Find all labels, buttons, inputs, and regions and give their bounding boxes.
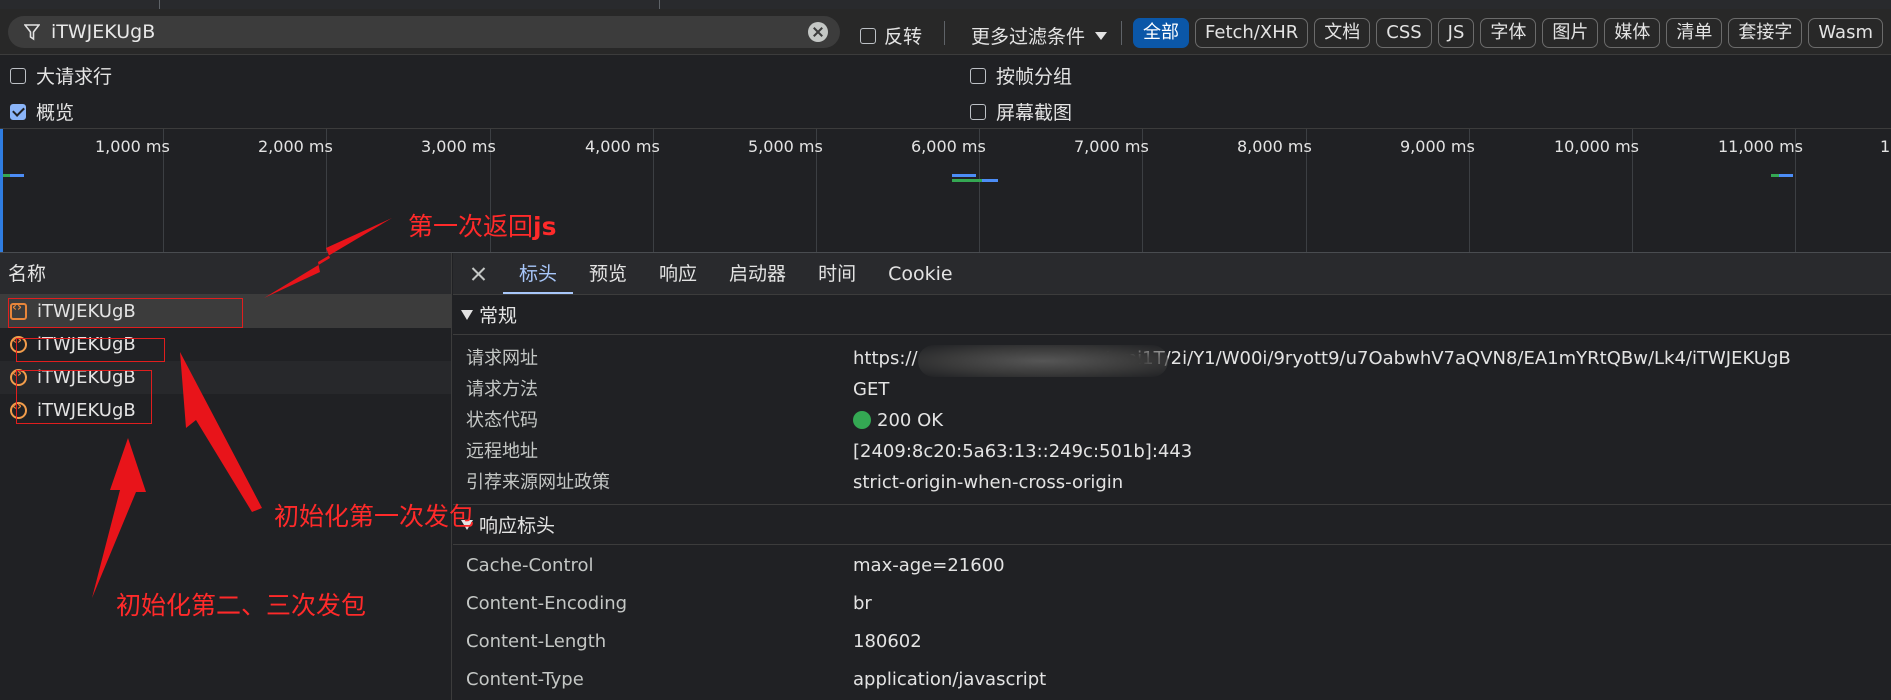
arrow-to-second-request (180, 352, 262, 512)
arrow-to-first-request (264, 218, 392, 298)
annotation-first-return-text: 第一次返回 (408, 212, 534, 241)
annotation-first-return: 第一次返回js (408, 207, 556, 243)
annotation-first-return-bold: js (533, 212, 557, 241)
annotation-init-first: 初始化第一次发包 (274, 502, 475, 531)
arrow-to-third-fourth-request (92, 438, 146, 598)
annotation-init-second-third: 初始化第二、三次发包 (116, 591, 367, 620)
